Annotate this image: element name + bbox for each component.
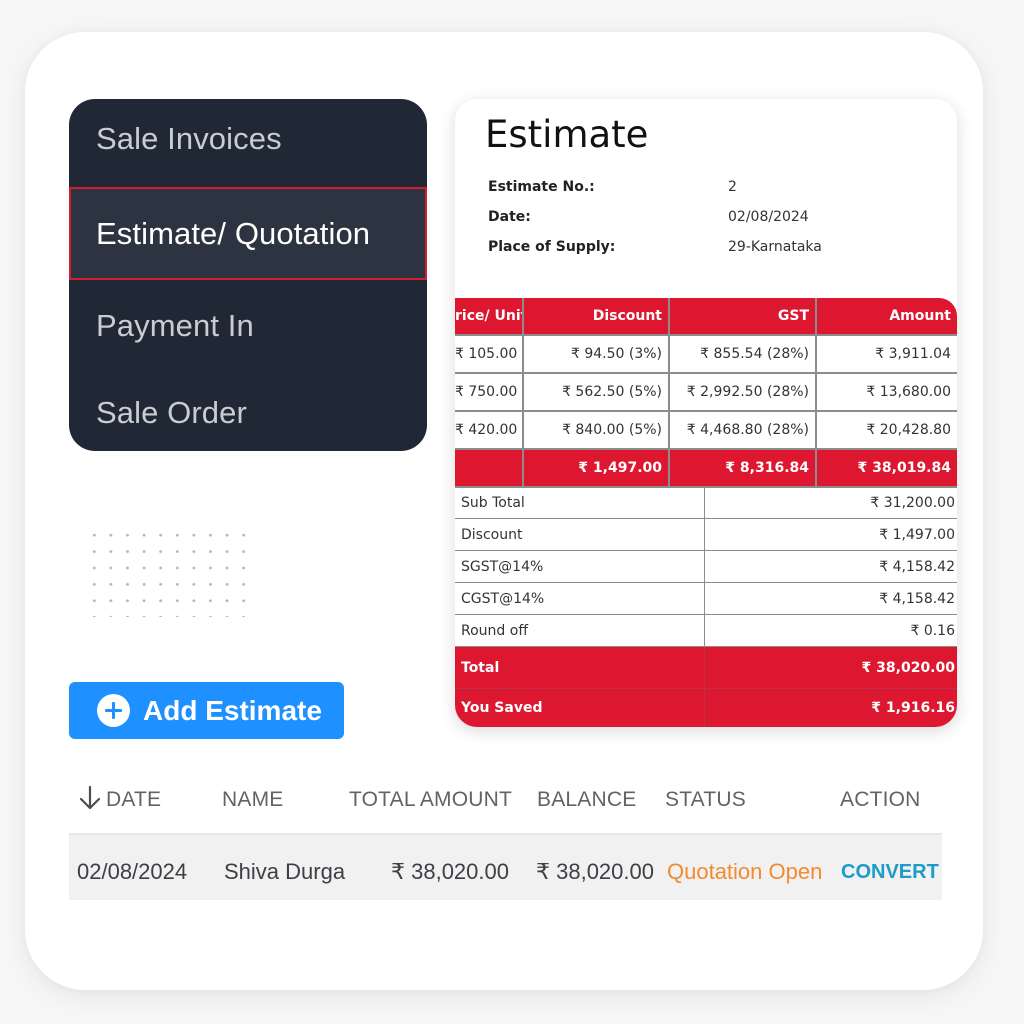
- column-header-action: ACTION: [840, 788, 921, 811]
- cell-amount: ₹ 20,428.80: [815, 410, 957, 450]
- items-totals-row: ₹ 1,497.00 ₹ 8,316.84 ₹ 38,019.84: [455, 448, 957, 488]
- items-table: rice/ Unit Discount GST Amount ₹ 105.00 …: [455, 298, 957, 488]
- cell-gst: ₹ 4,468.80 (28%): [668, 410, 817, 450]
- menu-item-sale-order[interactable]: Sale Order: [69, 367, 427, 451]
- summary-row-total: Total ₹ 38,020.00: [455, 646, 957, 689]
- cell-discount: ₹ 562.50 (5%): [522, 372, 670, 412]
- summary-row-discount: Discount ₹ 1,497.00: [455, 518, 957, 551]
- date-value: 02/08/2024: [728, 209, 809, 225]
- summary-value: ₹ 4,158.42: [703, 550, 957, 583]
- column-header-total-amount[interactable]: TOTAL AMOUNT: [349, 788, 512, 812]
- column-header-name[interactable]: NAME: [222, 788, 283, 812]
- summary-value: ₹ 4,158.42: [703, 582, 957, 615]
- total-amount: ₹ 38,019.84: [815, 448, 957, 488]
- header-discount: Discount: [522, 298, 670, 336]
- summary-row-subtotal: Sub Total ₹ 31,200.00: [455, 486, 957, 519]
- summary-label: SGST@14%: [455, 550, 705, 583]
- cell-price: ₹ 105.00: [455, 334, 524, 374]
- item-row: ₹ 105.00 ₹ 94.50 (3%) ₹ 855.54 (28%) ₹ 3…: [455, 334, 957, 374]
- cell-amount: ₹ 13,680.00: [815, 372, 957, 412]
- cell-discount: ₹ 840.00 (5%): [522, 410, 670, 450]
- menu-item-label: Payment In: [96, 308, 254, 343]
- place-of-supply-value: 29-Karnataka: [728, 239, 822, 255]
- add-estimate-label: Add Estimate: [143, 694, 322, 726]
- header-amount: Amount: [815, 298, 957, 336]
- summary-label: Discount: [455, 518, 705, 551]
- cell-gst: ₹ 855.54 (28%): [668, 334, 817, 374]
- cell-amount: ₹ 3,911.04: [815, 334, 957, 374]
- row-balance: ₹ 38,020.00: [536, 859, 654, 884]
- summary-label: Total: [455, 646, 705, 689]
- date-label: Date:: [488, 209, 531, 225]
- column-header-balance[interactable]: BALANCE: [537, 788, 636, 812]
- estimate-title: Estimate: [485, 113, 649, 156]
- estimate-no-value: 2: [728, 179, 737, 195]
- menu-item-sale-invoices[interactable]: Sale Invoices: [69, 99, 427, 179]
- place-of-supply-label: Place of Supply:: [488, 239, 616, 255]
- arrow-down-icon[interactable]: [78, 785, 102, 811]
- cell-gst: ₹ 2,992.50 (28%): [668, 372, 817, 412]
- summary-label: Sub Total: [455, 486, 705, 519]
- menu-item-label: Sale Order: [96, 395, 247, 430]
- summary-row-you-saved: You Saved ₹ 1,916.16: [455, 688, 957, 727]
- summary-row-cgst: CGST@14% ₹ 4,158.42: [455, 582, 957, 615]
- summary-value: ₹ 0.16: [703, 614, 957, 647]
- table-row[interactable]: 02/08/2024 Shiva Durga ₹ 38,020.00 ₹ 38,…: [69, 835, 942, 900]
- summary-label: CGST@14%: [455, 582, 705, 615]
- estimate-list-header: DATE NAME TOTAL AMOUNT BALANCE STATUS AC…: [69, 770, 942, 832]
- sales-menu: Sale Invoices Estimate/ Quotation Paymen…: [69, 99, 427, 451]
- menu-item-label: Sale Invoices: [96, 121, 282, 156]
- item-row: ₹ 750.00 ₹ 562.50 (5%) ₹ 2,992.50 (28%) …: [455, 372, 957, 412]
- row-date: 02/08/2024: [77, 859, 188, 884]
- item-row: ₹ 420.00 ₹ 840.00 (5%) ₹ 4,468.80 (28%) …: [455, 410, 957, 450]
- dot-grid-decoration: [86, 527, 246, 617]
- menu-item-payment-in[interactable]: Payment In: [69, 280, 427, 372]
- row-name: Shiva Durga: [224, 859, 346, 884]
- summary-label: You Saved: [455, 688, 705, 727]
- total-discount: ₹ 1,497.00: [522, 448, 670, 488]
- plus-circle-icon: [97, 694, 130, 727]
- estimate-preview: Estimate Estimate No.: 2 Date: 02/08/202…: [455, 99, 957, 727]
- items-table-header: rice/ Unit Discount GST Amount: [455, 298, 957, 336]
- summary-value: ₹ 1,497.00: [703, 518, 957, 551]
- add-estimate-button[interactable]: Add Estimate: [69, 682, 344, 739]
- summary-value: ₹ 31,200.00: [703, 486, 957, 519]
- cell-discount: ₹ 94.50 (3%): [522, 334, 670, 374]
- header-price-unit: rice/ Unit: [455, 298, 524, 336]
- cell-price: ₹ 750.00: [455, 372, 524, 412]
- menu-item-label: Estimate/ Quotation: [96, 215, 371, 251]
- total-gst: ₹ 8,316.84: [668, 448, 817, 488]
- cell-price: ₹ 420.00: [455, 410, 524, 450]
- summary-label: Round off: [455, 614, 705, 647]
- summary-row-sgst: SGST@14% ₹ 4,158.42: [455, 550, 957, 583]
- convert-button[interactable]: CONVERT: [841, 861, 939, 884]
- total-price-blank: [455, 448, 524, 488]
- menu-item-estimate-quotation[interactable]: Estimate/ Quotation: [69, 187, 427, 280]
- estimate-no-label: Estimate No.:: [488, 179, 595, 195]
- summary-table: Sub Total ₹ 31,200.00 Discount ₹ 1,497.0…: [455, 486, 957, 727]
- status-badge: Quotation Open: [667, 859, 823, 884]
- summary-value: ₹ 1,916.16: [703, 688, 957, 727]
- row-total-amount: ₹ 38,020.00: [391, 859, 509, 884]
- summary-row-round-off: Round off ₹ 0.16: [455, 614, 957, 647]
- column-header-status[interactable]: STATUS: [665, 788, 746, 812]
- header-gst: GST: [668, 298, 817, 336]
- column-header-date[interactable]: DATE: [106, 788, 161, 812]
- summary-value: ₹ 38,020.00: [703, 646, 957, 689]
